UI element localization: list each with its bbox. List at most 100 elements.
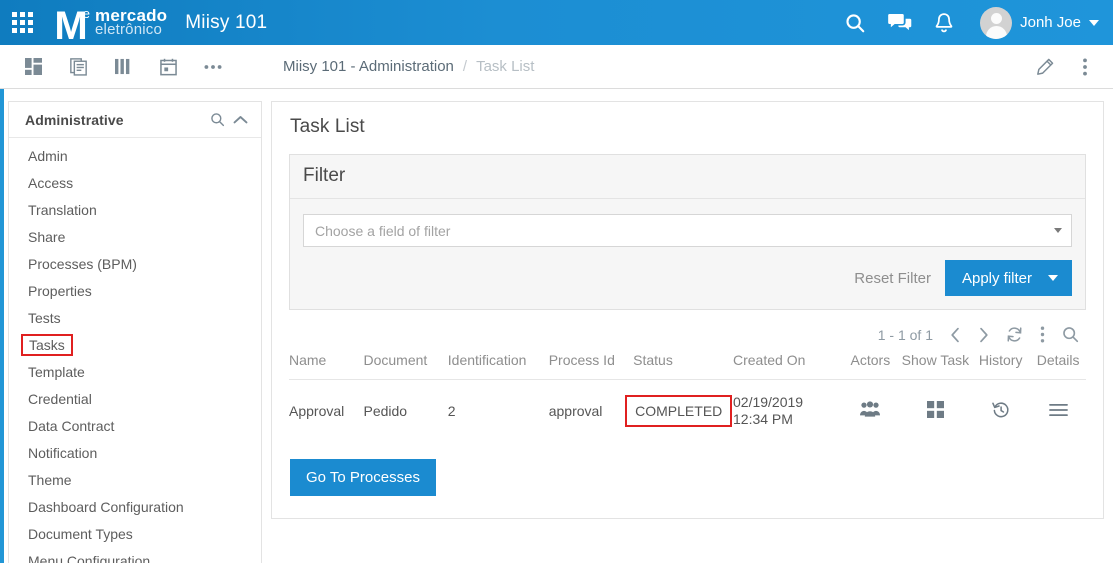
apply-filter-button[interactable]: Apply filter (944, 260, 1072, 296)
main-panel: Task List Filter Choose a field of filte… (271, 101, 1104, 519)
refresh-icon[interactable] (1006, 326, 1023, 343)
sidebar-item-tasks[interactable]: Tasks (9, 331, 261, 358)
hamburger-menu-icon[interactable] (1048, 403, 1068, 417)
search-icon[interactable] (210, 112, 225, 127)
sidebar-item-data-contract[interactable]: Data Contract (9, 412, 261, 439)
left-accent-strip (0, 89, 4, 563)
table-row[interactable]: Approval Pedido 2 approval COMPLETED 02/… (289, 380, 1086, 443)
chevron-up-icon[interactable] (233, 115, 248, 125)
chevron-down-icon[interactable] (1089, 19, 1099, 26)
sidebar-item-label: Admin (28, 147, 68, 164)
sidebar-item-processes-bpm[interactable]: Processes (BPM) (9, 250, 261, 277)
chevron-down-icon[interactable] (1054, 228, 1062, 233)
column-header-document[interactable]: Document (363, 352, 448, 380)
sidebar-item-label: Data Contract (28, 417, 115, 434)
sidebar-item-document-types[interactable]: Document Types (9, 520, 261, 547)
more-vertical-icon[interactable] (1073, 55, 1097, 79)
column-header-actors: Actors (841, 352, 900, 380)
sidebar-item-label: Tests (28, 309, 61, 326)
people-group-icon[interactable] (860, 401, 881, 418)
sidebar-item-label: Dashboard Configuration (28, 498, 184, 515)
column-header-status[interactable]: Status (633, 352, 733, 380)
filter-actions: Reset Filter Apply filter (303, 260, 1072, 296)
cell-identification: 2 (447, 403, 456, 419)
apps-grid-icon[interactable] (12, 11, 34, 34)
pagination-controls: 1 - 1 of 1 (272, 326, 1079, 343)
sidebar-item-label: Processes (BPM) (28, 255, 137, 272)
chevron-down-icon[interactable] (1048, 275, 1058, 281)
chat-icon[interactable] (888, 12, 912, 34)
chevron-right-icon[interactable] (978, 327, 989, 343)
breadcrumb-parent[interactable]: Miisy 101 - Administration (283, 58, 454, 75)
brand-mark-superscript: e (82, 5, 90, 21)
brand-logo[interactable]: M e mercado eletrônico (48, 3, 167, 48)
sidebar-item-label: Credential (28, 390, 92, 407)
created-on-date: 02/19/2019 (733, 394, 804, 410)
sidebar-item-dashboard-configuration[interactable]: Dashboard Configuration (9, 493, 261, 520)
column-header-process-id[interactable]: Process Id (548, 352, 634, 380)
apply-filter-label: Apply filter (961, 269, 1032, 287)
cell-show-task (900, 380, 971, 443)
sidebar-item-template[interactable]: Template (9, 358, 261, 385)
task-table-head: Name Document Identification Process Id … (289, 352, 1086, 380)
secondary-toolbar: Miisy 101 - Administration / Task List (0, 45, 1113, 89)
history-clock-icon[interactable] (991, 401, 1010, 419)
sidebar-item-label: Notification (28, 444, 98, 461)
sidebar-item-theme[interactable]: Theme (9, 466, 261, 493)
sidebar-item-label: Translation (28, 201, 97, 218)
columns-icon[interactable] (111, 55, 135, 79)
filter-body: Choose a field of filter Reset Filter Ap… (290, 199, 1085, 309)
calendar-icon[interactable] (156, 55, 180, 79)
breadcrumb-current: Task List (476, 58, 535, 75)
sidebar-item-translation[interactable]: Translation (9, 196, 261, 223)
sidebar-item-admin[interactable]: Admin (9, 142, 261, 169)
sidebar-item-tests[interactable]: Tests (9, 304, 261, 331)
sidebar-item-label: Template (28, 363, 85, 380)
column-header-history: History (971, 352, 1031, 380)
grid-squares-icon[interactable] (926, 401, 944, 418)
cell-status: COMPLETED (625, 380, 733, 443)
sidebar-title: Administrative (25, 111, 124, 128)
reset-filter-button[interactable]: Reset Filter (854, 270, 931, 287)
search-icon[interactable] (844, 12, 866, 34)
edit-pencil-icon[interactable] (1033, 55, 1057, 79)
search-icon[interactable] (1062, 326, 1079, 343)
documents-icon[interactable] (66, 55, 90, 79)
more-vertical-icon[interactable] (1040, 326, 1045, 343)
toolbar-right-actions (1033, 55, 1097, 79)
cell-actors (841, 380, 900, 443)
filter-field-select[interactable]: Choose a field of filter (303, 214, 1072, 247)
more-horizontal-icon[interactable] (201, 55, 225, 79)
cell-history (971, 380, 1030, 443)
sidebar-item-label: Share (28, 228, 66, 245)
brand-wordmark: mercado eletrônico (95, 7, 167, 38)
sidebar-item-notification[interactable]: Notification (9, 439, 261, 466)
sidebar-item-label: Properties (28, 282, 92, 299)
sidebar-item-share[interactable]: Share (9, 223, 261, 250)
mercado-m-mark-icon: M e (48, 3, 92, 48)
sidebar-item-access[interactable]: Access (9, 169, 261, 196)
go-to-processes-button[interactable]: Go To Processes (290, 459, 436, 496)
sidebar-item-credential[interactable]: Credential (9, 385, 261, 412)
sidebar-item-label: Access (28, 174, 74, 191)
cell-details (1030, 380, 1086, 443)
brand-line-2: eletrônico (95, 21, 163, 38)
dashboard-icon[interactable] (21, 55, 45, 79)
sidebar-item-label: Tasks (21, 333, 73, 356)
column-header-show-task: Show Task (899, 352, 972, 380)
brand-mark-letter: M (54, 3, 87, 48)
chevron-left-icon[interactable] (950, 327, 961, 343)
bell-icon[interactable] (934, 12, 954, 34)
column-header-name[interactable]: Name (289, 352, 364, 380)
column-header-created-on[interactable]: Created On (733, 352, 842, 380)
sidebar-item-properties[interactable]: Properties (9, 277, 261, 304)
column-header-identification[interactable]: Identification (447, 352, 549, 380)
sidebar-header: Administrative (9, 102, 261, 138)
sidebar-item-label: Theme (28, 471, 72, 488)
task-table-body: Approval Pedido 2 approval COMPLETED 02/… (289, 380, 1086, 443)
user-name: Jonh Joe (1020, 14, 1081, 31)
cell-created-on: 02/19/2019 12:34 PM (733, 380, 841, 443)
pagination-range: 1 - 1 of 1 (877, 326, 933, 343)
sidebar-item-menu-configuration[interactable]: Menu Configuration (9, 547, 261, 563)
user-menu[interactable]: Jonh Joe (980, 6, 1099, 39)
